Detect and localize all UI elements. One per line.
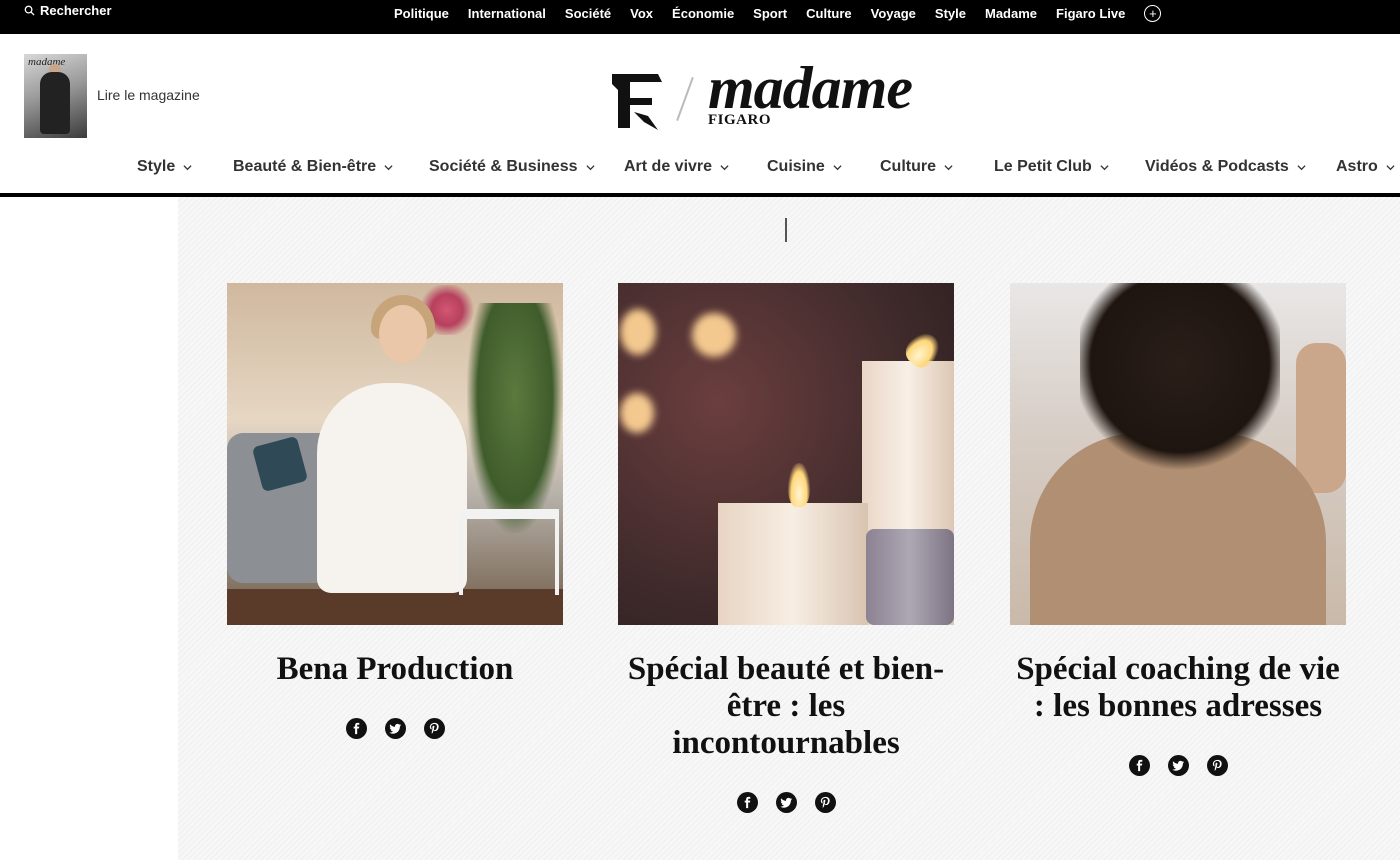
section-art-de-vivre[interactable]: Art de vivre: [624, 158, 729, 176]
section-label: Le Petit Club: [994, 158, 1092, 175]
pinterest-icon[interactable]: [1206, 755, 1228, 776]
section-style[interactable]: Style: [137, 158, 192, 176]
section-nav: Style Beauté & Bien-être Société & Busin…: [0, 156, 1400, 186]
search-label: Rechercher: [40, 2, 112, 18]
article-image[interactable]: [618, 283, 954, 625]
chevron-down-icon: [833, 164, 842, 170]
logo-sub: FIGARO: [708, 112, 771, 128]
topnav-voyage[interactable]: Voyage: [871, 6, 916, 21]
topnav-madame[interactable]: Madame: [985, 6, 1037, 21]
pinterest-icon[interactable]: [814, 792, 836, 813]
twitter-icon[interactable]: [1167, 755, 1189, 776]
top-bar: Rechercher Politique International Socié…: [0, 0, 1400, 34]
section-le-petit-club[interactable]: Le Petit Club: [994, 158, 1109, 176]
chevron-down-icon: [1386, 164, 1395, 170]
more-plus-icon[interactable]: +: [1144, 4, 1162, 22]
read-magazine-link[interactable]: Lire le magazine: [97, 87, 200, 103]
article-title[interactable]: Bena Production: [227, 651, 563, 688]
article-title[interactable]: Spécial coaching de vie : les bonnes adr…: [1010, 651, 1346, 725]
top-nav: Politique International Société Vox Écon…: [394, 0, 1162, 26]
section-label: Culture: [880, 158, 936, 175]
section-label: Beauté & Bien-être: [233, 158, 377, 175]
topnav-style[interactable]: Style: [935, 6, 966, 21]
image-face: [379, 305, 427, 363]
image-candle-front: [718, 503, 868, 625]
facebook-icon[interactable]: [1128, 755, 1150, 776]
topnav-sport[interactable]: Sport: [753, 6, 787, 21]
topnav-societe[interactable]: Société: [565, 6, 611, 21]
image-bokeh: [692, 313, 736, 357]
section-label: Société & Business: [429, 158, 578, 175]
topnav-economie[interactable]: Économie: [672, 6, 734, 21]
cover-model-figure: [40, 72, 70, 134]
topnav-culture[interactable]: Culture: [806, 6, 852, 21]
twitter-icon[interactable]: [384, 718, 406, 739]
twitter-icon[interactable]: [775, 792, 797, 813]
article-image[interactable]: [227, 283, 563, 625]
topnav-figaro-live[interactable]: Figaro Live: [1056, 6, 1125, 21]
topnav-politique[interactable]: Politique: [394, 6, 449, 21]
search-icon: [24, 5, 35, 16]
image-background-person: [1296, 343, 1346, 493]
image-candle-grey: [866, 529, 954, 625]
chevron-down-icon: [585, 164, 595, 170]
section-videos-podcasts[interactable]: Vidéos & Podcasts: [1145, 158, 1306, 176]
image-flame: [788, 463, 810, 507]
image-dress: [317, 383, 467, 593]
facebook-icon[interactable]: [736, 792, 758, 813]
article-card: Spécial coaching de vie : les bonnes adr…: [1010, 283, 1346, 776]
article-card: Spécial beauté et bien-être : les incont…: [618, 283, 954, 813]
image-bokeh: [620, 309, 656, 355]
section-societe-business[interactable]: Société & Business: [429, 158, 595, 176]
section-culture[interactable]: Culture: [880, 158, 953, 176]
chevron-down-icon: [384, 164, 393, 170]
article-card: Bena Production: [227, 283, 563, 739]
chevron-down-icon: [720, 164, 729, 170]
section-astro[interactable]: Astro: [1336, 158, 1395, 176]
logo-separator: [676, 77, 694, 121]
share-buttons: [618, 792, 954, 813]
section-label: Art de vivre: [624, 158, 713, 175]
image-curly-hair: [1080, 283, 1280, 473]
facebook-icon[interactable]: [345, 718, 367, 739]
search-button[interactable]: Rechercher: [24, 0, 112, 20]
article-image[interactable]: [1010, 283, 1346, 625]
section-label: Astro: [1336, 158, 1378, 175]
text-cursor: [785, 218, 787, 242]
topnav-vox[interactable]: Vox: [630, 6, 653, 21]
article-title[interactable]: Spécial beauté et bien-être : les incont…: [618, 651, 954, 762]
content-area: Bena Production Spécial beauté et bien-ê…: [178, 197, 1400, 860]
chevron-down-icon: [183, 164, 192, 170]
pinterest-icon[interactable]: [423, 718, 445, 739]
image-table: [459, 509, 559, 595]
topnav-international[interactable]: International: [468, 6, 546, 21]
image-bokeh: [620, 393, 654, 433]
section-beaute[interactable]: Beauté & Bien-être: [233, 158, 393, 176]
image-plant: [467, 303, 563, 533]
figaro-f-logo-icon: [612, 74, 662, 130]
section-label: Vidéos & Podcasts: [1145, 158, 1289, 175]
share-buttons: [1010, 755, 1346, 776]
chevron-down-icon: [1100, 164, 1109, 170]
magazine-cover[interactable]: madame: [24, 54, 87, 138]
section-label: Style: [137, 158, 176, 175]
chevron-down-icon: [944, 164, 953, 170]
chevron-down-icon: [1297, 164, 1306, 170]
section-cuisine[interactable]: Cuisine: [767, 158, 842, 176]
madame-figaro-logo[interactable]: madame FIGARO: [608, 55, 952, 130]
share-buttons: [227, 718, 563, 739]
section-label: Cuisine: [767, 158, 825, 175]
